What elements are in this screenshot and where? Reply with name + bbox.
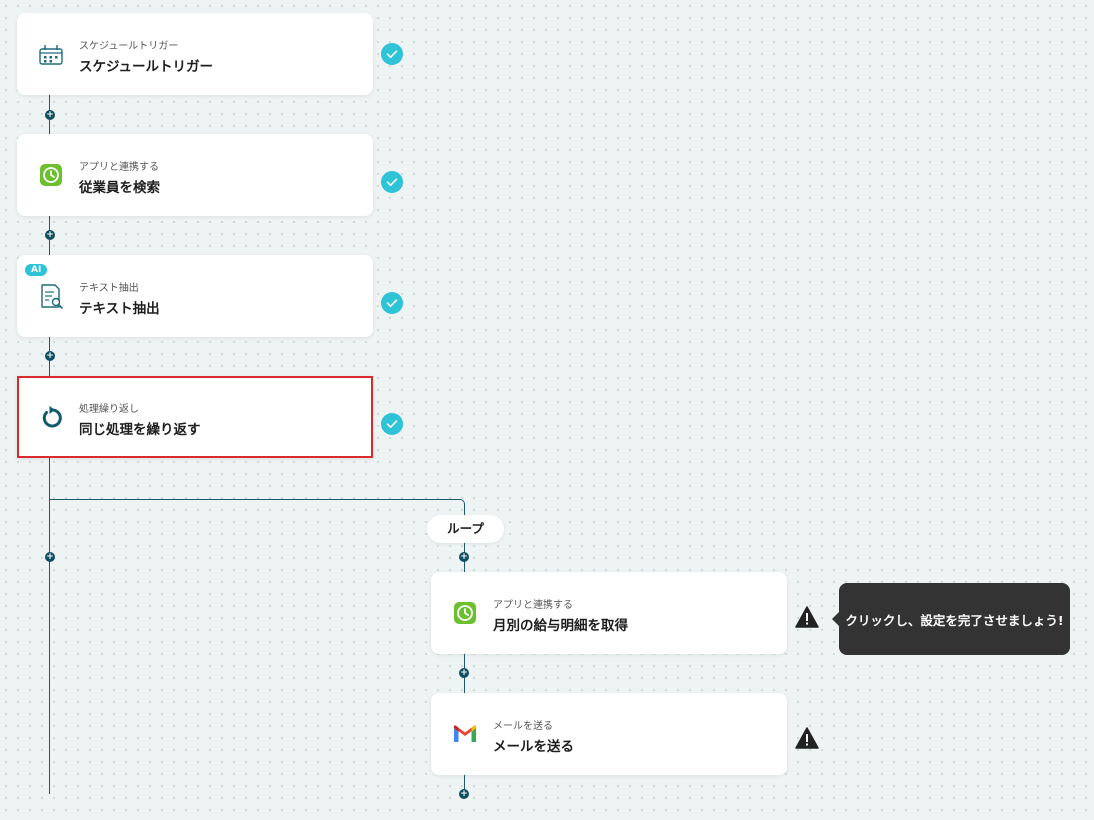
loop-branch-line xyxy=(49,499,465,517)
step-card-send-mail[interactable]: メールを送る メールを送る xyxy=(431,693,787,775)
add-step-button[interactable]: + xyxy=(45,552,55,562)
step-subtitle: アプリと連携する xyxy=(493,600,573,611)
step-card-text-extraction[interactable]: AI テキスト抽出 テキスト抽出 xyxy=(17,255,373,337)
step-title: スケジュールトリガー xyxy=(79,59,214,75)
step-card-get-payslip[interactable]: アプリと連携する 月別の給与明細を取得 xyxy=(431,572,787,654)
add-step-button[interactable]: + xyxy=(459,552,469,562)
step-title: 同じ処理を繰り返す xyxy=(79,422,201,438)
step-card-loop[interactable]: 処理繰り返し 同じ処理を繰り返す xyxy=(17,376,373,458)
step-subtitle: アプリと連携する xyxy=(79,162,159,173)
check-icon xyxy=(381,171,403,193)
step-card-search-employee[interactable]: アプリと連携する 従業員を検索 xyxy=(17,134,373,216)
step-card-schedule-trigger[interactable]: スケジュールトリガー スケジュールトリガー xyxy=(17,13,373,95)
step-subtitle: スケジュールトリガー xyxy=(79,41,179,52)
document-search-icon xyxy=(41,284,63,309)
check-icon xyxy=(381,413,403,435)
step-title: 従業員を検索 xyxy=(79,180,160,196)
step-title: メールを送る xyxy=(493,739,574,755)
step-title: 月別の給与明細を取得 xyxy=(493,618,628,634)
step-title: テキスト抽出 xyxy=(79,301,160,317)
add-step-button[interactable]: + xyxy=(45,110,55,120)
ai-badge: AI xyxy=(25,264,48,276)
step-subtitle: 処理繰り返し xyxy=(79,404,139,415)
loop-label: ループ xyxy=(427,515,504,543)
add-step-button[interactable]: + xyxy=(45,230,55,240)
add-step-button[interactable]: + xyxy=(459,789,469,799)
step-subtitle: メールを送る xyxy=(493,721,553,732)
warning-icon xyxy=(795,606,819,628)
setup-hint-tooltip: クリックし、設定を完了させましょう! xyxy=(832,583,1070,655)
check-icon xyxy=(381,292,403,314)
clock-app-icon xyxy=(454,602,476,624)
loop-icon xyxy=(42,405,62,428)
calendar-icon xyxy=(39,45,63,65)
step-subtitle: テキスト抽出 xyxy=(79,283,139,294)
check-icon xyxy=(381,43,403,65)
add-step-button[interactable]: + xyxy=(45,351,55,361)
warning-icon xyxy=(795,727,819,749)
clock-app-icon xyxy=(40,164,62,186)
add-step-button[interactable]: + xyxy=(459,668,469,678)
gmail-icon xyxy=(454,725,476,742)
tooltip-text: クリックし、設定を完了させましょう! xyxy=(845,612,1064,628)
